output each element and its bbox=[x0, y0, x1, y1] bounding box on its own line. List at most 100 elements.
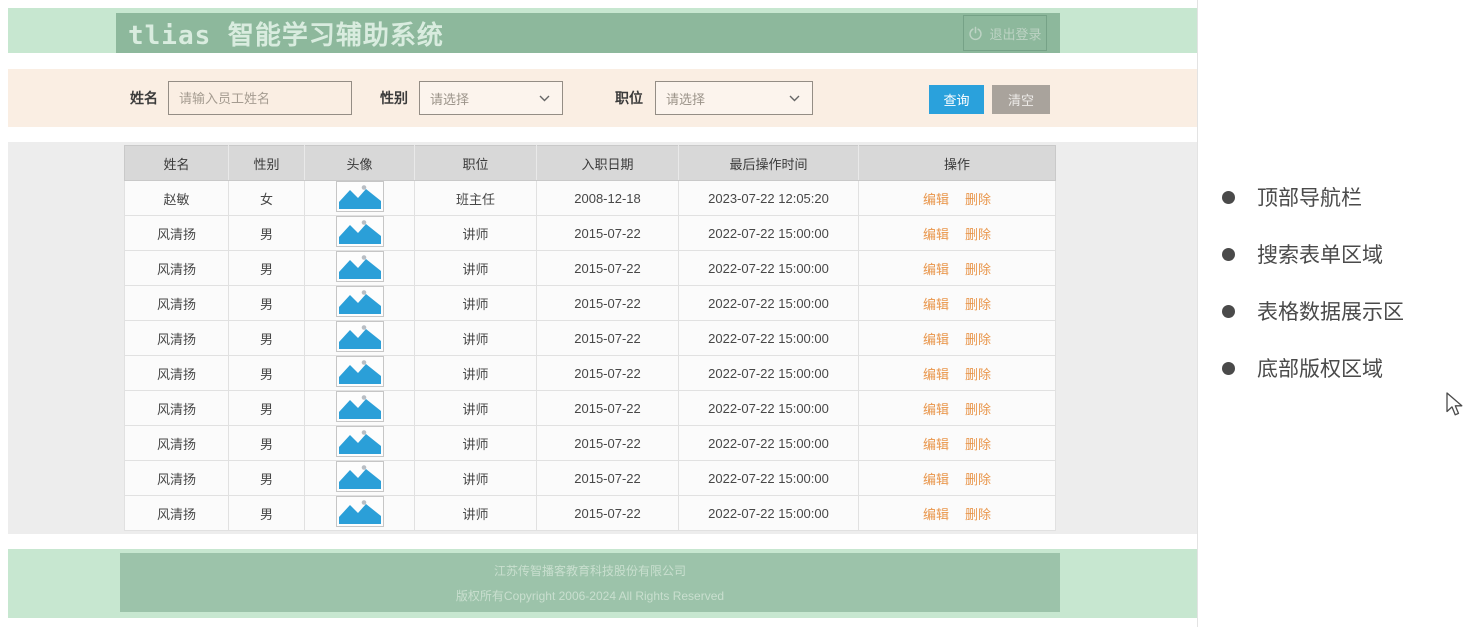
screenshot-root: tlias 智能学习辅助系统 退出登录 姓名 性别 请选择 职位 请选择 bbox=[0, 0, 1468, 627]
cell-last-op-time: 2022-07-22 15:00:00 bbox=[679, 321, 859, 356]
cell-hire-date: 2015-07-22 bbox=[537, 321, 679, 356]
cell-position: 讲师 bbox=[415, 461, 537, 496]
query-button[interactable]: 查询 bbox=[929, 85, 984, 114]
image-placeholder-icon bbox=[336, 216, 384, 247]
clear-button[interactable]: 清空 bbox=[992, 85, 1050, 114]
cell-avatar bbox=[305, 461, 415, 496]
cell-name: 风清扬 bbox=[125, 321, 229, 356]
gender-label: 性别 bbox=[380, 69, 408, 127]
cell-name: 风清扬 bbox=[125, 496, 229, 531]
chevron-down-icon bbox=[789, 95, 800, 102]
delete-link[interactable]: 删除 bbox=[965, 332, 991, 347]
cell-name: 风清扬 bbox=[125, 391, 229, 426]
edit-link[interactable]: 编辑 bbox=[923, 262, 949, 277]
image-placeholder-icon bbox=[336, 391, 384, 422]
cell-last-op-time: 2022-07-22 15:00:00 bbox=[679, 391, 859, 426]
annotation-item: 搜索表单区域 bbox=[1222, 237, 1404, 271]
cell-gender: 男 bbox=[229, 321, 305, 356]
cell-name: 风清扬 bbox=[125, 286, 229, 321]
cell-last-op-time: 2022-07-22 15:00:00 bbox=[679, 356, 859, 391]
edit-link[interactable]: 编辑 bbox=[923, 472, 949, 487]
cell-avatar bbox=[305, 286, 415, 321]
delete-link[interactable]: 删除 bbox=[965, 367, 991, 382]
chevron-down-icon bbox=[539, 95, 550, 102]
delete-link[interactable]: 删除 bbox=[965, 507, 991, 522]
cell-avatar bbox=[305, 251, 415, 286]
cell-avatar bbox=[305, 426, 415, 461]
cell-last-op-time: 2023-07-22 12:05:20 bbox=[679, 181, 859, 216]
column-header: 头像 bbox=[305, 146, 415, 181]
cell-hire-date: 2015-07-22 bbox=[537, 461, 679, 496]
edit-link[interactable]: 编辑 bbox=[923, 507, 949, 522]
delete-link[interactable]: 删除 bbox=[965, 472, 991, 487]
search-form: 姓名 性别 请选择 职位 请选择 查询 清空 bbox=[8, 69, 1197, 127]
annotation-list: 顶部导航栏搜索表单区域表格数据展示区底部版权区域 bbox=[1222, 180, 1404, 408]
name-search-input[interactable] bbox=[168, 81, 352, 115]
position-label: 职位 bbox=[615, 69, 643, 127]
delete-link[interactable]: 删除 bbox=[965, 262, 991, 277]
footer: 江苏传智播客教育科技股份有限公司 版权所有Copyright 2006-2024… bbox=[120, 553, 1060, 612]
edit-link[interactable]: 编辑 bbox=[923, 437, 949, 452]
top-navbar-band: tlias 智能学习辅助系统 退出登录 bbox=[8, 8, 1197, 53]
cell-actions: 编辑 删除 bbox=[859, 496, 1056, 531]
cell-position: 讲师 bbox=[415, 426, 537, 461]
table-row: 风清扬男讲师2015-07-222022-07-22 15:00:00编辑删除 bbox=[125, 496, 1056, 531]
column-header: 职位 bbox=[415, 146, 537, 181]
table-row: 风清扬男讲师2015-07-222022-07-22 15:00:00编辑删除 bbox=[125, 251, 1056, 286]
cell-actions: 编辑 删除 bbox=[859, 181, 1056, 216]
column-header: 操作 bbox=[859, 146, 1056, 181]
cell-hire-date: 2015-07-22 bbox=[537, 286, 679, 321]
edit-link[interactable]: 编辑 bbox=[923, 402, 949, 417]
cell-name: 风清扬 bbox=[125, 356, 229, 391]
delete-link[interactable]: 删除 bbox=[965, 227, 991, 242]
footer-band: 江苏传智播客教育科技股份有限公司 版权所有Copyright 2006-2024… bbox=[8, 549, 1197, 618]
column-header: 性别 bbox=[229, 146, 305, 181]
edit-link[interactable]: 编辑 bbox=[923, 192, 949, 207]
logout-label: 退出登录 bbox=[989, 24, 1041, 43]
cell-actions: 编辑 删除 bbox=[859, 321, 1056, 356]
cell-position: 讲师 bbox=[415, 391, 537, 426]
image-placeholder-icon bbox=[336, 181, 384, 212]
bullet-icon bbox=[1222, 191, 1235, 204]
edit-link[interactable]: 编辑 bbox=[923, 227, 949, 242]
image-placeholder-icon bbox=[336, 321, 384, 352]
annotation-item: 顶部导航栏 bbox=[1222, 180, 1404, 214]
bullet-icon bbox=[1222, 362, 1235, 375]
delete-link[interactable]: 删除 bbox=[965, 437, 991, 452]
image-placeholder-icon bbox=[336, 356, 384, 387]
table-header-row: 姓名性别头像职位入职日期最后操作时间操作 bbox=[125, 146, 1056, 181]
edit-link[interactable]: 编辑 bbox=[923, 367, 949, 382]
mouse-cursor bbox=[1446, 392, 1464, 424]
edit-link[interactable]: 编辑 bbox=[923, 297, 949, 312]
cell-last-op-time: 2022-07-22 15:00:00 bbox=[679, 461, 859, 496]
annotation-label: 搜索表单区域 bbox=[1257, 239, 1383, 269]
delete-link[interactable]: 删除 bbox=[965, 402, 991, 417]
image-placeholder-icon bbox=[336, 251, 384, 282]
edit-link[interactable]: 编辑 bbox=[923, 332, 949, 347]
cell-position: 讲师 bbox=[415, 496, 537, 531]
cell-gender: 男 bbox=[229, 356, 305, 391]
image-placeholder-icon bbox=[336, 496, 384, 527]
cell-position: 讲师 bbox=[415, 356, 537, 391]
cell-position: 讲师 bbox=[415, 216, 537, 251]
cell-last-op-time: 2022-07-22 15:00:00 bbox=[679, 251, 859, 286]
footer-copyright: 版权所有Copyright 2006-2024 All Rights Reser… bbox=[120, 587, 1060, 604]
delete-link[interactable]: 删除 bbox=[965, 192, 991, 207]
annotation-item: 底部版权区域 bbox=[1222, 351, 1404, 385]
delete-link[interactable]: 删除 bbox=[965, 297, 991, 312]
cell-position: 班主任 bbox=[415, 181, 537, 216]
bullet-icon bbox=[1222, 248, 1235, 261]
cell-actions: 编辑 删除 bbox=[859, 461, 1056, 496]
cell-gender: 男 bbox=[229, 286, 305, 321]
cell-gender: 男 bbox=[229, 426, 305, 461]
employee-table-wrap: 姓名性别头像职位入职日期最后操作时间操作 赵敏女班主任2008-12-18202… bbox=[124, 145, 1056, 531]
image-placeholder-icon bbox=[336, 461, 384, 492]
position-select[interactable]: 请选择 bbox=[655, 81, 813, 115]
cell-hire-date: 2015-07-22 bbox=[537, 496, 679, 531]
cell-actions: 编辑 删除 bbox=[859, 216, 1056, 251]
cell-avatar bbox=[305, 321, 415, 356]
gender-select[interactable]: 请选择 bbox=[419, 81, 563, 115]
cell-name: 赵敏 bbox=[125, 181, 229, 216]
table-row: 风清扬男讲师2015-07-222022-07-22 15:00:00编辑删除 bbox=[125, 286, 1056, 321]
logout-button[interactable]: 退出登录 bbox=[963, 15, 1047, 51]
